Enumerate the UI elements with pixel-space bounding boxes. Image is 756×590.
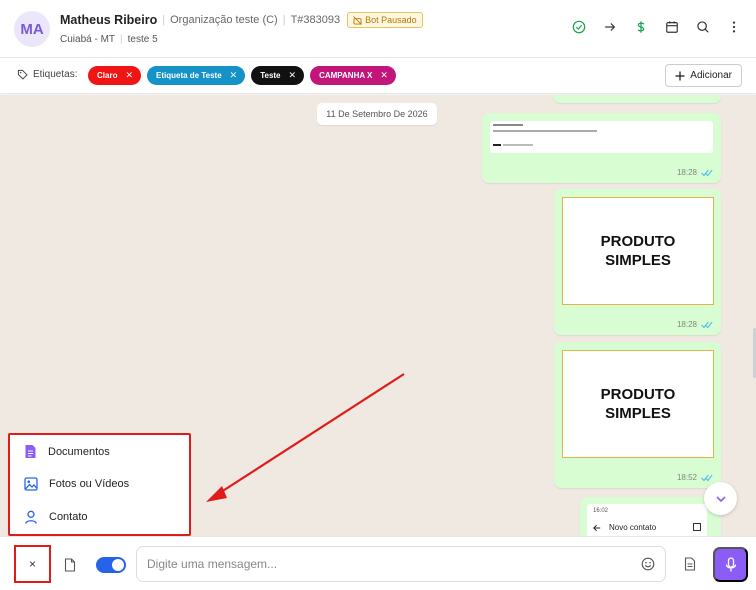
image-caption-line: SIMPLES bbox=[605, 405, 671, 422]
tag-chip[interactable]: CAMPANHA X ✕ bbox=[310, 66, 396, 85]
screenshot-time: 16:02 bbox=[593, 508, 609, 514]
tag-chip-label: CAMPANHA X bbox=[319, 71, 373, 80]
menu-item-contact[interactable]: Contato bbox=[24, 510, 88, 524]
tags-label-text: Etiquetas: bbox=[33, 69, 78, 80]
signature-toggle[interactable] bbox=[96, 557, 126, 573]
add-tag-button[interactable]: Adicionar bbox=[665, 64, 742, 87]
message-composer: × bbox=[0, 536, 756, 590]
bot-status-label: Bot Pausado bbox=[365, 15, 417, 25]
menu-item-label: Fotos ou Vídeos bbox=[49, 478, 130, 490]
microphone-button[interactable] bbox=[713, 547, 748, 582]
chevron-down-icon bbox=[715, 495, 726, 502]
header-line-1: Matheus Ribeiro | Organização teste (C) … bbox=[60, 12, 423, 28]
tag-chip-label: Etiqueta de Teste bbox=[156, 71, 222, 80]
image-caption-line: PRODUTO bbox=[600, 386, 676, 403]
contact-location: Cuiabá - MT bbox=[60, 34, 116, 45]
user-icon bbox=[25, 510, 37, 524]
screenshot-image[interactable]: 16:02 Novo contato bbox=[587, 504, 707, 536]
message-time: 18:28 bbox=[676, 168, 697, 177]
remove-tag-icon[interactable]: ✕ bbox=[230, 70, 238, 81]
organization-name: Organização teste (C) bbox=[170, 14, 278, 26]
read-ticks-icon bbox=[701, 474, 713, 482]
menu-item-label: Documentos bbox=[48, 445, 110, 458]
message-time: 18:28 bbox=[676, 320, 697, 329]
header-actions bbox=[570, 18, 742, 35]
tag-chip-label: Teste bbox=[260, 71, 281, 80]
template-icon[interactable] bbox=[684, 557, 696, 571]
remove-tag-icon[interactable]: ✕ bbox=[380, 70, 388, 81]
emoji-icon[interactable] bbox=[641, 557, 655, 571]
tag-chip-label: Claro bbox=[97, 71, 118, 80]
check-circle-icon[interactable] bbox=[570, 18, 587, 35]
arrow-right-icon[interactable] bbox=[601, 18, 618, 35]
product-image[interactable]: PRODUTO SIMPLES bbox=[562, 350, 714, 458]
tag-icon bbox=[17, 69, 28, 80]
back-arrow-icon bbox=[593, 524, 601, 531]
image-icon bbox=[24, 477, 38, 491]
ticket-id: T#383093 bbox=[290, 14, 341, 26]
read-ticks-icon bbox=[701, 169, 713, 177]
menu-item-label: Contato bbox=[49, 511, 88, 523]
tag-chip[interactable]: Etiqueta de Teste ✕ bbox=[147, 66, 246, 85]
message-bubble[interactable]: 16:02 Novo contato bbox=[580, 497, 721, 536]
image-caption-line: SIMPLES bbox=[605, 252, 671, 269]
close-attach-menu-button[interactable]: × bbox=[14, 545, 51, 583]
queue-name: teste 5 bbox=[127, 34, 158, 45]
remove-tag-icon[interactable]: ✕ bbox=[289, 70, 297, 81]
file-icon[interactable] bbox=[64, 558, 76, 572]
microphone-icon bbox=[725, 556, 736, 571]
tag-chip[interactable]: Claro ✕ bbox=[88, 66, 141, 85]
add-tag-label: Adicionar bbox=[690, 70, 732, 81]
document-preview[interactable] bbox=[490, 121, 713, 153]
plus-icon bbox=[675, 71, 685, 80]
product-image[interactable]: PRODUTO SIMPLES bbox=[562, 197, 714, 305]
separator: | bbox=[162, 14, 166, 26]
tag-chip[interactable]: Teste ✕ bbox=[251, 66, 305, 85]
attach-menu: Documentos Fotos ou Vídeos Contato bbox=[8, 433, 191, 536]
tag-list: Claro ✕ Etiqueta de Teste ✕ Teste ✕ CAMP… bbox=[88, 66, 396, 85]
document-icon bbox=[25, 445, 36, 458]
message-bubble[interactable]: PRODUTO SIMPLES 18:28 bbox=[554, 189, 721, 335]
header-line-2: Cuiabá - MT | teste 5 bbox=[60, 34, 158, 45]
tags-bar: Etiquetas: Claro ✕ Etiqueta de Teste ✕ T… bbox=[0, 58, 756, 94]
message-input[interactable] bbox=[136, 546, 666, 582]
scroll-to-bottom-button[interactable] bbox=[704, 482, 737, 515]
calendar-icon[interactable] bbox=[663, 18, 680, 35]
screenshot-title: Novo contato bbox=[609, 523, 657, 532]
dollar-icon[interactable] bbox=[632, 18, 649, 35]
message-bubble[interactable] bbox=[553, 95, 721, 103]
separator: | bbox=[120, 34, 123, 45]
screenshot-title-row: Novo contato bbox=[593, 523, 656, 532]
message-time: 18:52 bbox=[676, 473, 697, 482]
message-bubble[interactable]: PRODUTO SIMPLES 18:52 bbox=[554, 342, 721, 488]
tags-label: Etiquetas: bbox=[17, 69, 77, 80]
date-separator: 11 De Setembro De 2026 bbox=[317, 103, 437, 125]
menu-item-documents[interactable]: Documentos bbox=[24, 444, 110, 459]
chat-header: MA Matheus Ribeiro | Organização teste (… bbox=[0, 0, 756, 58]
message-bubble[interactable]: 18:28 bbox=[482, 113, 721, 183]
contact-name[interactable]: Matheus Ribeiro bbox=[60, 13, 157, 27]
more-vertical-icon[interactable] bbox=[725, 18, 742, 35]
read-ticks-icon bbox=[701, 321, 713, 329]
search-icon[interactable] bbox=[694, 18, 711, 35]
menu-item-photos-videos[interactable]: Fotos ou Vídeos bbox=[24, 477, 129, 491]
image-caption-line: PRODUTO bbox=[600, 233, 676, 250]
remove-tag-icon[interactable]: ✕ bbox=[125, 70, 133, 81]
avatar[interactable]: MA bbox=[14, 11, 50, 47]
bot-off-icon bbox=[353, 15, 362, 25]
qr-code-icon bbox=[693, 523, 701, 531]
separator: | bbox=[282, 14, 286, 26]
bot-status-badge[interactable]: Bot Pausado bbox=[347, 12, 423, 28]
